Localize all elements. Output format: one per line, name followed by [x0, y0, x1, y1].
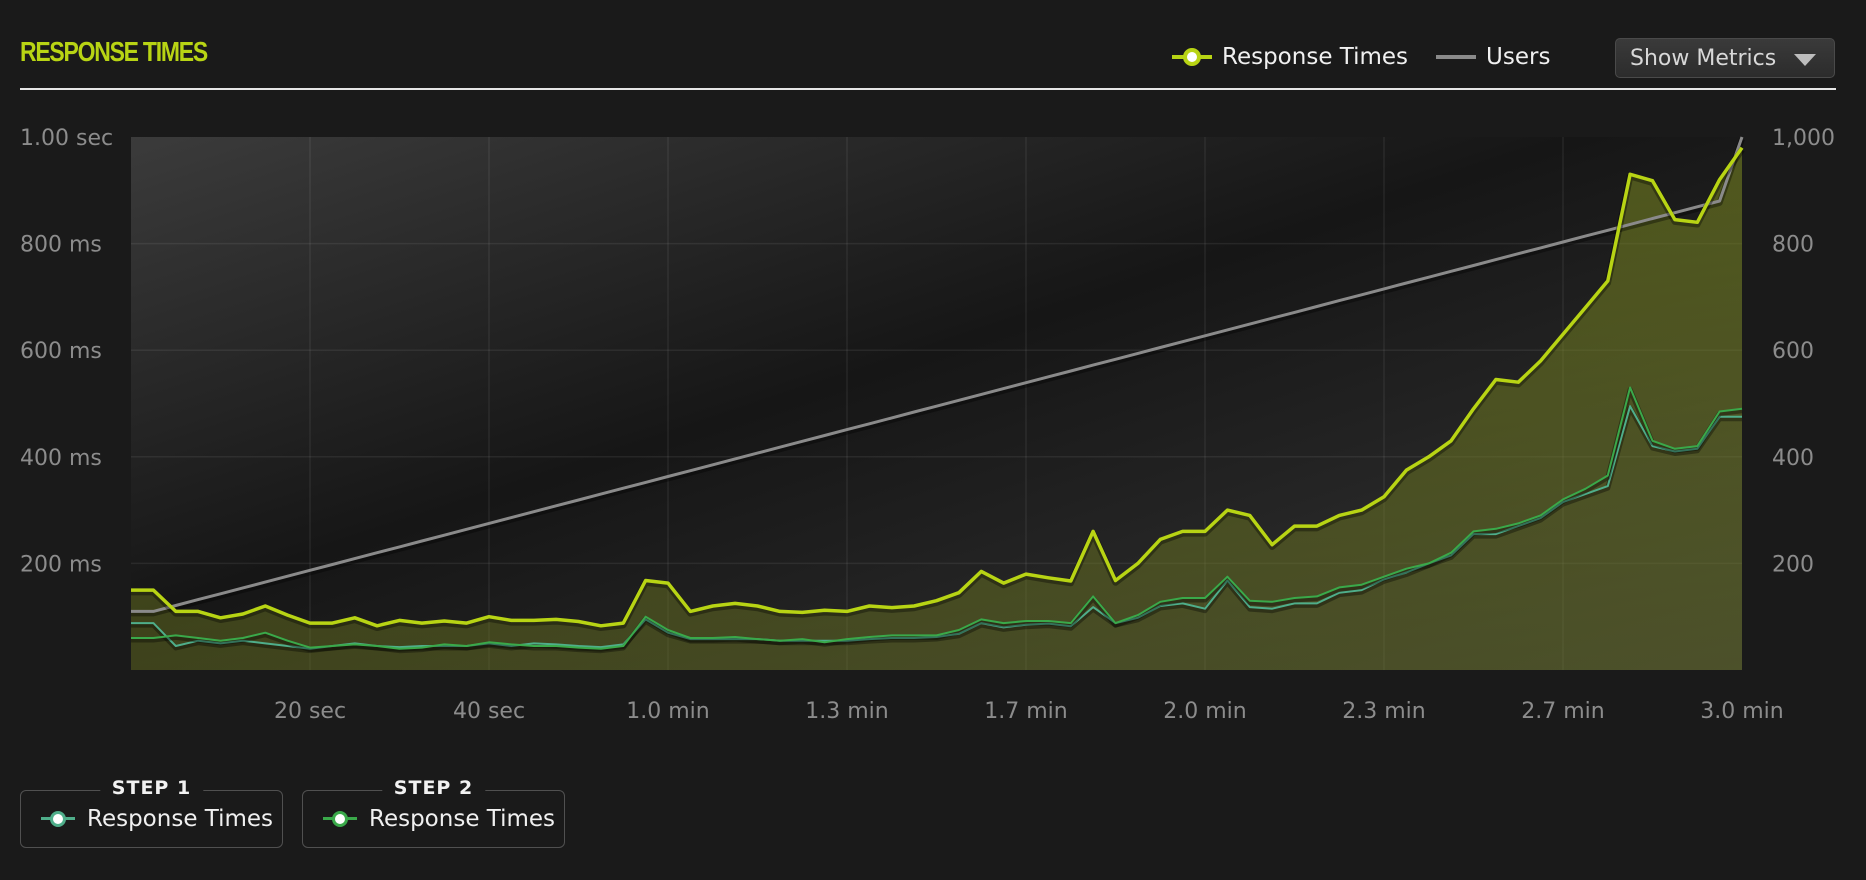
chart-header: RESPONSE TIMES Response Times Users Show…: [20, 18, 1836, 90]
legend-item-response-times[interactable]: Response Times: [1172, 44, 1408, 70]
step-2-marker-icon: [323, 810, 357, 828]
x-tick-label: 2.3 min: [1342, 699, 1425, 724]
y-right-tick-label: 400: [1772, 446, 1814, 471]
page-title: RESPONSE TIMES: [20, 36, 208, 67]
y-right-tick-label: 1,000: [1772, 126, 1835, 151]
step-1-label: STEP 1: [99, 777, 204, 799]
y-right-tick-label: 800: [1772, 233, 1814, 258]
step-2-series-label: Response Times: [369, 806, 556, 832]
y-left-tick-label: 800 ms: [20, 233, 102, 258]
y-right-tick-label: 200: [1772, 552, 1814, 577]
x-tick-label: 1.3 min: [805, 699, 888, 724]
x-tick-label: 20 sec: [274, 699, 346, 724]
y-right-tick-label: 600: [1772, 339, 1814, 364]
y-left-tick-label: 400 ms: [20, 446, 102, 471]
step-1-marker-icon: [41, 810, 75, 828]
y-axis-left: 200 ms 400 ms 600 ms 800 ms 1.00 sec: [20, 126, 113, 577]
line-marker-icon: [1172, 48, 1212, 66]
y-left-tick-label: 200 ms: [20, 552, 102, 577]
x-tick-label: 2.0 min: [1163, 699, 1246, 724]
step-1-legend[interactable]: STEP 1 Response Times: [20, 777, 283, 848]
step-1-series: Response Times: [41, 806, 273, 832]
step-2-series: Response Times: [323, 806, 555, 832]
line-icon: [1436, 55, 1477, 59]
response-times-chart: 200 ms 400 ms 600 ms 800 ms 1.00 sec 200 400 6…: [20, 126, 1835, 724]
show-metrics-dropdown[interactable]: Show Metrics: [1615, 38, 1835, 78]
legend-label-users: Users: [1486, 44, 1551, 70]
x-tick-label: 2.7 min: [1521, 699, 1604, 724]
show-metrics-label: Show Metrics: [1630, 45, 1777, 71]
chart-legend: Response Times Users: [1172, 44, 1578, 70]
step-2-label: STEP 2: [381, 777, 486, 799]
legend-item-users[interactable]: Users: [1436, 44, 1550, 70]
y-axis-right: 200 400 600 800 1,000: [1772, 126, 1835, 577]
chevron-down-icon: [1794, 54, 1816, 66]
y-left-tick-label: 1.00 sec: [20, 126, 113, 151]
x-tick-label: 3.0 min: [1700, 699, 1783, 724]
step-1-series-label: Response Times: [87, 806, 274, 832]
x-tick-label: 40 sec: [453, 699, 525, 724]
y-left-tick-label: 600 ms: [20, 339, 102, 364]
x-tick-label: 1.0 min: [626, 699, 709, 724]
x-axis: 20 sec 40 sec 1.0 min 1.3 min 1.7 min 2.0 min…: [274, 699, 1784, 724]
x-tick-label: 1.7 min: [984, 699, 1067, 724]
legend-label-response-times: Response Times: [1222, 44, 1409, 70]
step-2-legend[interactable]: STEP 2 Response Times: [302, 777, 565, 848]
